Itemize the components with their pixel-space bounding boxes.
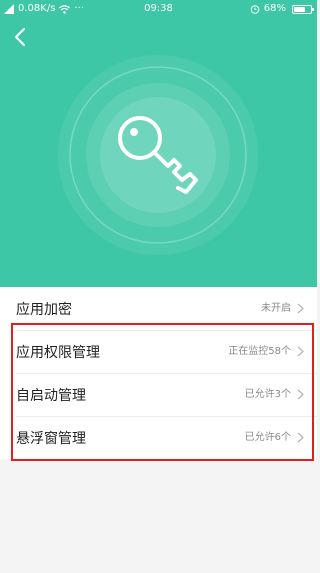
- key-icon: [118, 116, 198, 194]
- list-item-label: 悬浮窗管理: [16, 430, 86, 447]
- hero-header: 0.08K/s ··· 09:38 68%: [0, 0, 317, 287]
- list-item-autostart[interactable]: 自启动管理 已允许3个: [0, 373, 317, 416]
- chevron-right-icon: [297, 389, 304, 400]
- chevron-right-icon: [297, 432, 304, 443]
- back-button[interactable]: [10, 26, 32, 48]
- list-item-status: 正在监控58个: [228, 346, 291, 357]
- list-item-app-encryption[interactable]: 应用加密 未开启: [0, 287, 317, 330]
- list-item-label: 自启动管理: [16, 387, 86, 404]
- chevron-right-icon: [297, 346, 304, 357]
- list-item-floating-window[interactable]: 悬浮窗管理 已允许6个: [0, 416, 317, 459]
- settings-list: 应用加密 未开启 应用权限管理 正在监控58个 自启动管理 已允许3个 悬浮窗管…: [0, 287, 317, 459]
- list-item-label: 应用权限管理: [16, 344, 100, 361]
- battery-icon: [292, 4, 314, 14]
- list-item-app-permissions[interactable]: 应用权限管理 正在监控58个: [0, 330, 317, 373]
- list-item-status: 未开启: [261, 303, 291, 314]
- status-bar: 0.08K/s ··· 09:38 68%: [0, 0, 317, 18]
- list-item-label: 应用加密: [16, 301, 72, 318]
- list-item-status: 已允许3个: [244, 389, 291, 400]
- alarm-icon: [250, 5, 260, 14]
- chevron-right-icon: [297, 303, 304, 314]
- chevron-left-icon: [15, 28, 25, 46]
- battery-percent: 68%: [263, 3, 286, 14]
- list-item-status: 已允许6个: [244, 432, 291, 443]
